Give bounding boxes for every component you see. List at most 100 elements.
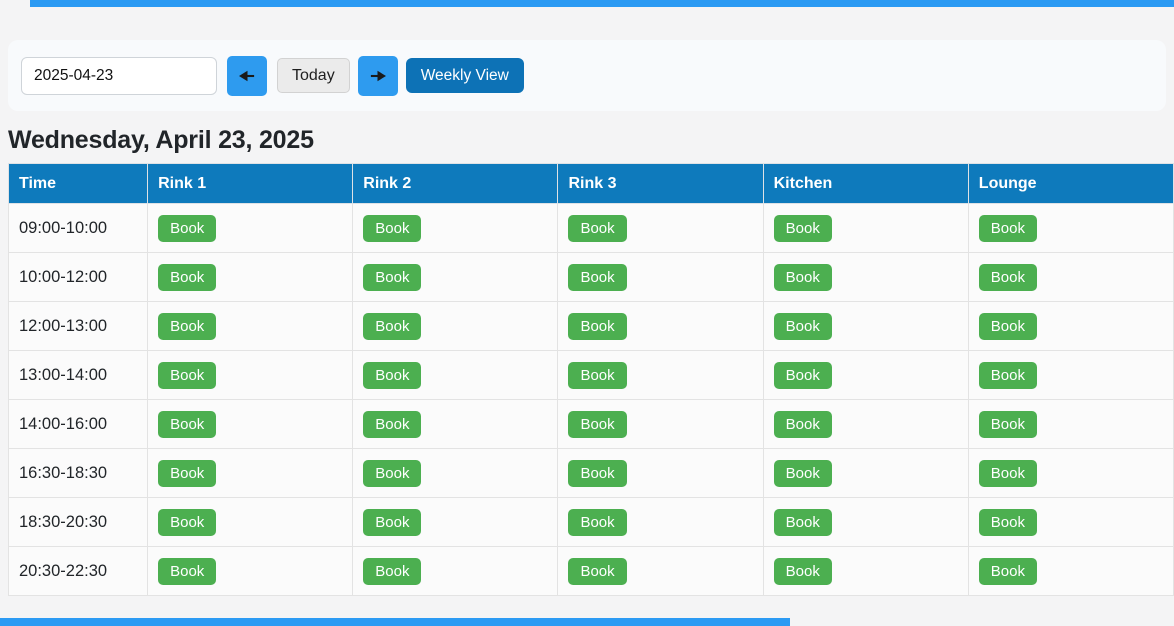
left-arrow-icon xyxy=(239,70,256,82)
table-header-row: TimeRink 1Rink 2Rink 3KitchenLounge xyxy=(9,164,1174,204)
booking-cell: Book xyxy=(968,302,1173,351)
booking-cell: Book xyxy=(763,449,968,498)
book-button[interactable]: Book xyxy=(774,460,832,487)
book-button[interactable]: Book xyxy=(158,411,216,438)
time-slot-label: 12:00-13:00 xyxy=(9,302,148,351)
column-header-rink-1: Rink 1 xyxy=(148,164,353,204)
book-button[interactable]: Book xyxy=(363,411,421,438)
booking-cell: Book xyxy=(968,253,1173,302)
book-button[interactable]: Book xyxy=(363,264,421,291)
book-button[interactable]: Book xyxy=(158,313,216,340)
book-button[interactable]: Book xyxy=(979,509,1037,536)
book-button[interactable]: Book xyxy=(568,313,626,340)
book-button[interactable]: Book xyxy=(158,362,216,389)
time-slot-label: 10:00-12:00 xyxy=(9,253,148,302)
book-button[interactable]: Book xyxy=(158,460,216,487)
booking-cell: Book xyxy=(353,204,558,253)
right-arrow-icon xyxy=(369,70,386,82)
column-header-kitchen: Kitchen xyxy=(763,164,968,204)
page-title: Wednesday, April 23, 2025 xyxy=(8,126,314,155)
book-button[interactable]: Book xyxy=(979,215,1037,242)
time-slot-label: 09:00-10:00 xyxy=(9,204,148,253)
weekly-view-button[interactable]: Weekly View xyxy=(406,58,524,93)
booking-cell: Book xyxy=(763,253,968,302)
booking-cell: Book xyxy=(968,351,1173,400)
book-button[interactable]: Book xyxy=(979,313,1037,340)
book-button[interactable]: Book xyxy=(158,509,216,536)
book-button[interactable]: Book xyxy=(158,264,216,291)
booking-cell: Book xyxy=(558,498,763,547)
bottom-accent-bar xyxy=(0,618,790,626)
booking-cell: Book xyxy=(353,351,558,400)
booking-cell: Book xyxy=(968,449,1173,498)
booking-cell: Book xyxy=(968,204,1173,253)
table-row: 13:00-14:00 Book Book Book Book Book xyxy=(9,351,1174,400)
next-day-button[interactable] xyxy=(358,56,398,96)
book-button[interactable]: Book xyxy=(979,411,1037,438)
time-slot-label: 20:30-22:30 xyxy=(9,547,148,596)
book-button[interactable]: Book xyxy=(363,460,421,487)
book-button[interactable]: Book xyxy=(363,313,421,340)
booking-cell: Book xyxy=(763,400,968,449)
book-button[interactable]: Book xyxy=(979,362,1037,389)
book-button[interactable]: Book xyxy=(979,558,1037,585)
booking-cell: Book xyxy=(968,498,1173,547)
table-row: 20:30-22:30 Book Book Book Book Book xyxy=(9,547,1174,596)
book-button[interactable]: Book xyxy=(568,362,626,389)
table-row: 10:00-12:00 Book Book Book Book Book xyxy=(9,253,1174,302)
booking-cell: Book xyxy=(353,498,558,547)
booking-cell: Book xyxy=(763,204,968,253)
time-slot-label: 18:30-20:30 xyxy=(9,498,148,547)
book-button[interactable]: Book xyxy=(363,215,421,242)
book-button[interactable]: Book xyxy=(363,362,421,389)
schedule-table: TimeRink 1Rink 2Rink 3KitchenLounge 09:0… xyxy=(8,163,1174,596)
booking-cell: Book xyxy=(763,351,968,400)
book-button[interactable]: Book xyxy=(158,558,216,585)
book-button[interactable]: Book xyxy=(568,264,626,291)
book-button[interactable]: Book xyxy=(774,313,832,340)
booking-cell: Book xyxy=(558,351,763,400)
today-button[interactable]: Today xyxy=(277,58,350,93)
booking-cell: Book xyxy=(763,547,968,596)
time-slot-label: 13:00-14:00 xyxy=(9,351,148,400)
booking-cell: Book xyxy=(353,547,558,596)
table-row: 12:00-13:00 Book Book Book Book Book xyxy=(9,302,1174,351)
booking-cell: Book xyxy=(353,400,558,449)
date-input[interactable] xyxy=(21,57,217,95)
book-button[interactable]: Book xyxy=(568,215,626,242)
column-header-rink-2: Rink 2 xyxy=(353,164,558,204)
time-slot-label: 14:00-16:00 xyxy=(9,400,148,449)
booking-cell: Book xyxy=(148,498,353,547)
book-button[interactable]: Book xyxy=(774,411,832,438)
book-button[interactable]: Book xyxy=(774,215,832,242)
booking-cell: Book xyxy=(148,253,353,302)
book-button[interactable]: Book xyxy=(363,558,421,585)
book-button[interactable]: Book xyxy=(774,362,832,389)
book-button[interactable]: Book xyxy=(774,558,832,585)
previous-day-button[interactable] xyxy=(227,56,267,96)
booking-cell: Book xyxy=(148,547,353,596)
booking-cell: Book xyxy=(558,204,763,253)
book-button[interactable]: Book xyxy=(568,509,626,536)
table-row: 18:30-20:30 Book Book Book Book Book xyxy=(9,498,1174,547)
column-header-lounge: Lounge xyxy=(968,164,1173,204)
book-button[interactable]: Book xyxy=(568,558,626,585)
book-button[interactable]: Book xyxy=(774,264,832,291)
booking-cell: Book xyxy=(148,351,353,400)
booking-cell: Book xyxy=(148,449,353,498)
book-button[interactable]: Book xyxy=(979,264,1037,291)
book-button[interactable]: Book xyxy=(774,509,832,536)
book-button[interactable]: Book xyxy=(568,411,626,438)
booking-cell: Book xyxy=(558,547,763,596)
top-accent-bar xyxy=(30,0,1174,7)
book-button[interactable]: Book xyxy=(363,509,421,536)
book-button[interactable]: Book xyxy=(568,460,626,487)
booking-cell: Book xyxy=(558,400,763,449)
book-button[interactable]: Book xyxy=(979,460,1037,487)
booking-cell: Book xyxy=(148,302,353,351)
book-button[interactable]: Book xyxy=(158,215,216,242)
table-row: 14:00-16:00 Book Book Book Book Book xyxy=(9,400,1174,449)
booking-cell: Book xyxy=(558,253,763,302)
booking-cell: Book xyxy=(763,302,968,351)
booking-cell: Book xyxy=(968,547,1173,596)
